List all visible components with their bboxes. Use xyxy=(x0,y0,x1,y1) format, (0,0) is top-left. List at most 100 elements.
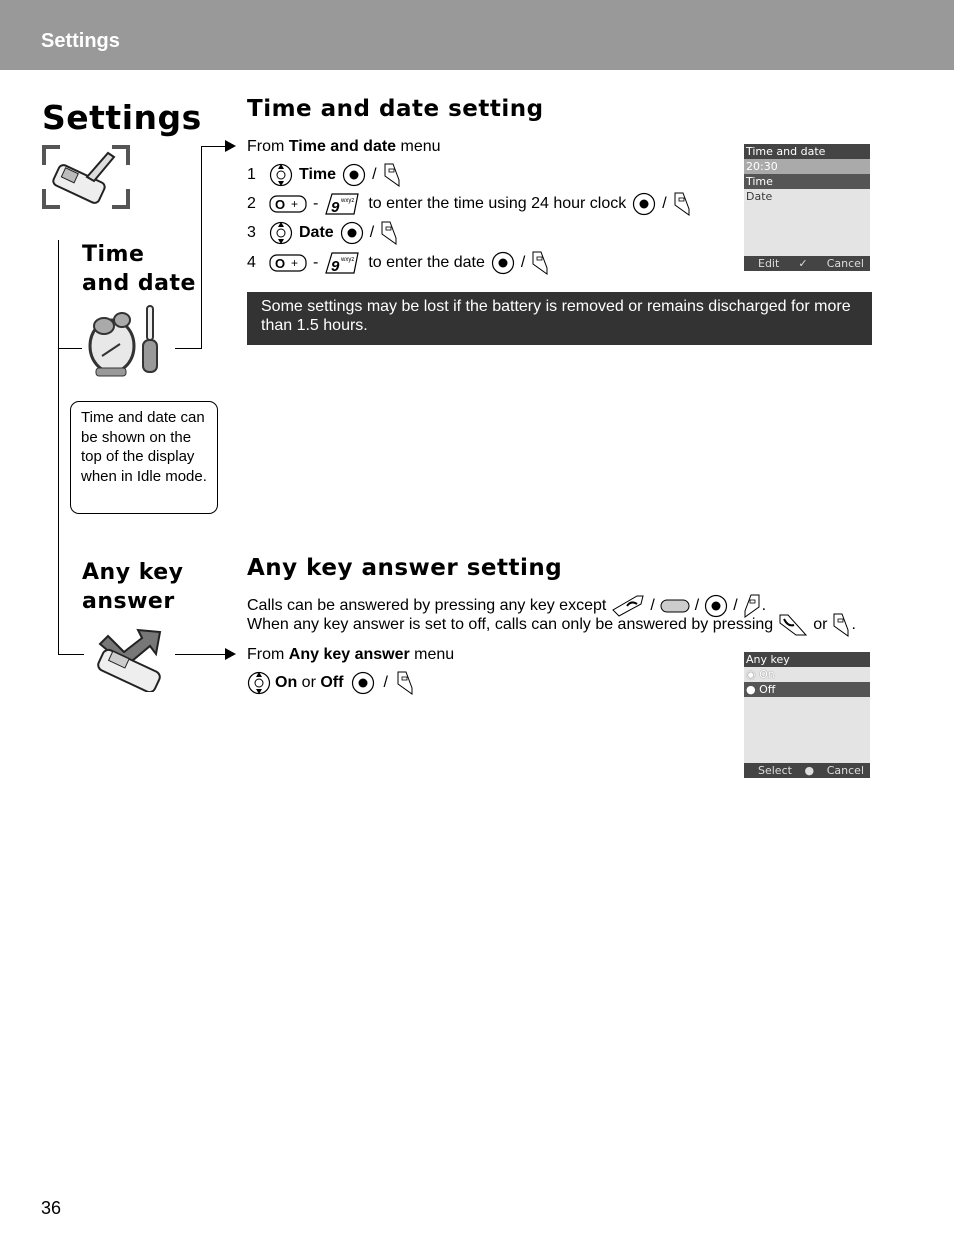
key-0-icon: O + xyxy=(269,195,307,213)
separator: / xyxy=(372,166,377,183)
any-key-screen: Any key ◉ On ● Off Select ● Cancel xyxy=(744,652,870,778)
connector-line xyxy=(175,654,227,655)
separator: / xyxy=(662,195,667,212)
side-label-line: Any key xyxy=(82,560,184,585)
connector-line xyxy=(201,146,202,349)
step-number: 1 xyxy=(247,166,256,183)
softkey-left: Select xyxy=(758,764,792,777)
battery-note: Some settings may be lost if the battery… xyxy=(247,292,872,345)
screen-option: On xyxy=(759,668,775,681)
step-number: 4 xyxy=(247,254,256,271)
right-softkey-icon xyxy=(833,613,849,637)
ok-key-icon xyxy=(633,192,656,216)
screen-softkeys: Edit ✓ Cancel xyxy=(744,256,870,271)
step-4: 4 O + - 9 wxyz to enter the date / xyxy=(247,250,549,276)
svg-text:O: O xyxy=(275,256,285,271)
phone-answer-icon xyxy=(97,628,162,692)
screen-title: Time and date xyxy=(744,144,870,159)
from-prefix: From xyxy=(247,646,289,663)
from-suffix: menu xyxy=(396,138,441,155)
screen-option: Off xyxy=(759,683,776,696)
ok-key-icon xyxy=(342,163,366,187)
step-text: to enter the time using 24 hour clock xyxy=(368,195,627,212)
header-title: Settings xyxy=(41,30,120,52)
navigation-key-icon xyxy=(247,671,271,695)
page-number: 36 xyxy=(41,1198,62,1218)
svg-text:+: + xyxy=(291,197,298,211)
time-date-title: Time and date setting xyxy=(247,96,544,122)
softkey-right: Cancel xyxy=(826,764,864,777)
key-9-icon: 9 wxyz xyxy=(325,193,360,216)
svg-text:9: 9 xyxy=(331,258,340,275)
screen-row: Date xyxy=(746,190,773,203)
navigation-key-icon xyxy=(269,221,293,245)
step-option: Time xyxy=(299,166,337,183)
time-date-from: From Time and date menu xyxy=(247,138,441,156)
side-label-line: Time xyxy=(82,242,145,267)
any-key-text: When any key answer is set to off, calls… xyxy=(247,616,774,633)
separator: / xyxy=(369,224,375,241)
navigation-key-icon xyxy=(269,163,293,187)
step-text: to enter the date xyxy=(368,254,485,271)
any-key-line2: When any key answer is set to off, calls… xyxy=(247,612,856,638)
screen-row: ◉ On xyxy=(744,667,870,682)
step-3: 3 Date / xyxy=(247,220,398,246)
dash: - xyxy=(313,254,319,271)
period: . xyxy=(851,616,856,633)
key-0-icon: O + xyxy=(269,254,307,272)
dash: - xyxy=(313,195,319,212)
step-1: 1 Time / xyxy=(247,162,401,188)
radio-icon: ● xyxy=(746,683,760,696)
softkey-mid: ✓ xyxy=(798,257,808,270)
ok-key-icon xyxy=(340,221,363,245)
any-key-side-label: Any key answer xyxy=(82,558,184,616)
screen-softkeys: Select ● Cancel xyxy=(744,763,870,778)
from-prefix: From xyxy=(247,138,289,155)
option-or: or xyxy=(297,674,321,691)
step-option: Date xyxy=(299,224,334,241)
svg-text:wxyz: wxyz xyxy=(340,257,354,263)
connector-line xyxy=(58,240,59,655)
page-header: Settings xyxy=(0,0,954,70)
option-on: On xyxy=(275,674,298,691)
softkey-right: Cancel xyxy=(826,257,864,270)
any-key-step: On or Off / xyxy=(247,670,414,696)
connector-line xyxy=(201,146,226,147)
option-off: Off xyxy=(320,674,344,691)
from-menu: Any key answer xyxy=(288,646,410,663)
separator: / xyxy=(383,674,388,691)
step-number: 2 xyxy=(247,195,256,212)
or-text: or xyxy=(813,616,828,633)
step-number: 3 xyxy=(247,224,256,241)
ok-key-icon xyxy=(491,251,514,275)
connector-line xyxy=(58,348,82,349)
connector-line xyxy=(175,348,202,349)
arrow-icon xyxy=(225,648,236,660)
screen-row: 20:30 xyxy=(744,159,870,174)
softkey-mid: ● xyxy=(804,764,815,777)
settings-phone-icon xyxy=(42,145,130,209)
right-softkey-icon xyxy=(381,221,397,245)
ok-key-icon xyxy=(352,671,375,695)
right-softkey-icon xyxy=(384,163,400,187)
from-suffix: menu xyxy=(409,646,455,663)
from-menu: Time and date xyxy=(288,138,397,155)
time-date-side-label: Time and date xyxy=(82,240,196,298)
any-key-title: Any key answer setting xyxy=(247,555,563,581)
softkey-left: Edit xyxy=(758,257,780,270)
right-softkey-icon xyxy=(532,251,548,275)
connector-line xyxy=(58,654,84,655)
right-softkey-icon xyxy=(674,192,690,216)
svg-text:9: 9 xyxy=(331,199,340,216)
option-choice: On or Off xyxy=(275,674,343,692)
arrow-icon xyxy=(225,140,236,152)
alarm-clock-icon xyxy=(88,305,158,377)
screen-title: Any key xyxy=(744,652,870,667)
side-label-line: and date xyxy=(82,271,196,296)
separator: / xyxy=(520,254,526,271)
call-key-icon xyxy=(779,614,808,636)
side-label-line: answer xyxy=(82,589,175,614)
time-date-callout: Time and date can be shown on the top of… xyxy=(70,401,218,514)
page-title: Settings xyxy=(42,98,202,137)
svg-text:O: O xyxy=(275,197,285,212)
